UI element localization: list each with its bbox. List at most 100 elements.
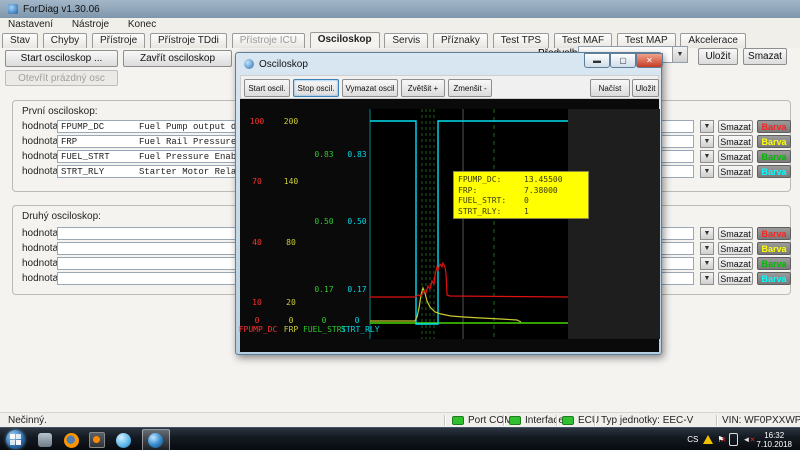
channel-dropdown-icon[interactable]: ▼ xyxy=(700,227,714,240)
channel-delete-button[interactable]: Smazat xyxy=(718,150,753,163)
close-oscilloscope-button[interactable]: Zavřít osciloskop xyxy=(123,50,232,67)
zoom-in-button[interactable]: Zvětšit + xyxy=(401,79,445,97)
channel-delete-button[interactable]: Smazat xyxy=(718,227,753,240)
channel-dropdown-icon[interactable]: ▼ xyxy=(700,150,714,163)
taskbar-app-icon[interactable] xyxy=(112,431,134,449)
channel-delete-button[interactable]: Smazat xyxy=(718,242,753,255)
separator xyxy=(556,415,558,426)
warning-icon[interactable] xyxy=(703,435,713,444)
windows-logo-icon xyxy=(10,434,21,445)
tab-test-tps[interactable]: Test TPS xyxy=(493,33,549,48)
second-oscilloscope-legend: Druhý osciloskop: xyxy=(22,211,101,222)
channel-color-button[interactable]: Barva xyxy=(757,165,791,178)
tab-pristroje-icu: Přístroje ICU xyxy=(232,33,305,48)
channel-label-strt-rly: STRT_RLY xyxy=(341,326,377,334)
taskbar-clock[interactable]: 16:32 7.10.2018 xyxy=(756,431,792,449)
interface-led-icon xyxy=(509,416,521,425)
preset-delete-button[interactable]: Smazat xyxy=(743,48,787,65)
channel-color-button[interactable]: Barva xyxy=(757,242,791,255)
channel-color-button[interactable]: Barva xyxy=(757,227,791,240)
channel-color-button[interactable]: Barva xyxy=(757,257,791,270)
channel-delete-button[interactable]: Smazat xyxy=(718,135,753,148)
scale-yellow: 200 xyxy=(276,118,306,126)
scale-cyan: 0.50 xyxy=(340,218,374,226)
tab-priznaky[interactable]: Příznaky xyxy=(433,33,488,48)
separator xyxy=(503,415,505,426)
fordiag-app-icon[interactable] xyxy=(144,431,166,449)
window-title: ForDiag v1.30.06 xyxy=(23,4,100,15)
system-tray: CS ⚑✕ ◄✕ 16:32 7.10.2018 xyxy=(687,428,800,450)
main-titlebar: ForDiag v1.30.06 xyxy=(0,0,800,19)
scale-yellow: 80 xyxy=(276,239,306,247)
first-oscilloscope-legend: První osciloskop: xyxy=(22,106,98,117)
channel-dropdown-icon[interactable]: ▼ xyxy=(700,165,714,178)
desktop: ForDiag v1.30.06 Nastavení Nástroje Kone… xyxy=(0,0,800,450)
stop-scope-button[interactable]: Stop oscil. xyxy=(293,79,339,97)
scale-yellow: 20 xyxy=(276,299,306,307)
start-oscilloscope-button[interactable]: Start osciloskop ... xyxy=(5,50,118,67)
start-button[interactable] xyxy=(6,430,25,449)
language-indicator[interactable]: CS xyxy=(687,435,698,444)
channel-delete-button[interactable]: Smazat xyxy=(718,120,753,133)
scale-zero: 0 xyxy=(308,317,340,325)
channel-color-button[interactable]: Barva xyxy=(757,272,791,285)
zoom-out-button[interactable]: Zmenšit - xyxy=(448,79,492,97)
channel-dropdown-icon[interactable]: ▼ xyxy=(700,120,714,133)
tab-pristroje[interactable]: Přístroje xyxy=(92,33,145,48)
open-empty-oscilloscope-button: Otevřít prázdný osc xyxy=(5,70,118,86)
oscilloscope-plot[interactable] xyxy=(369,109,660,339)
chevron-down-icon[interactable]: ▼ xyxy=(672,47,687,62)
channel-label-frp: FRP xyxy=(280,326,302,334)
scale-yellow: 140 xyxy=(276,178,306,186)
channel-dropdown-icon[interactable]: ▼ xyxy=(700,135,714,148)
taskbar-app-icon[interactable] xyxy=(34,431,56,449)
channel-delete-button[interactable]: Smazat xyxy=(718,165,753,178)
dialog-icon xyxy=(244,59,254,69)
menu-nastroje[interactable]: Nástroje xyxy=(64,18,117,31)
channel-dropdown-icon[interactable]: ▼ xyxy=(700,257,714,270)
app-icon xyxy=(8,4,18,14)
channel-label-fpump-dc: FPUMP_DC xyxy=(237,326,279,334)
clear-scope-button[interactable]: Vymazat oscil xyxy=(342,79,398,97)
channel-color-button[interactable]: Barva xyxy=(757,135,791,148)
channel-dropdown-icon[interactable]: ▼ xyxy=(700,272,714,285)
tab-osciloskop[interactable]: Osciloskop xyxy=(310,32,380,49)
statusbar: Nečinný. Port COM6 Interface ECU Typ jed… xyxy=(0,412,800,428)
tab-stav[interactable]: Stav xyxy=(2,33,38,48)
save-button[interactable]: Uložit xyxy=(632,79,659,97)
close-icon[interactable]: ✕ xyxy=(636,53,663,68)
scale-zero: 0 xyxy=(276,317,306,325)
channel-label-fuel-strt: FUEL_STRT xyxy=(303,326,343,334)
channel-delete-button[interactable]: Smazat xyxy=(718,257,753,270)
tab-akcelerace[interactable]: Akcelerace xyxy=(680,33,745,48)
action-center-flag-icon[interactable]: ⚑✕ xyxy=(717,435,724,444)
tab-pristroje-tddi[interactable]: Přístroje TDdi xyxy=(150,33,227,48)
status-unit-type: Typ jednotky: EEC-V xyxy=(601,414,693,427)
minimize-button[interactable]: ▬ xyxy=(584,53,610,68)
preset-save-button[interactable]: Uložit xyxy=(698,48,738,65)
status-vin: VIN: WF0PXXWPDPSM7B40 xyxy=(722,414,800,427)
menu-nastaveni[interactable]: Nastavení xyxy=(0,18,61,31)
load-button[interactable]: Načíst xyxy=(590,79,630,97)
channel-color-button[interactable]: Barva xyxy=(757,150,791,163)
menu-konec[interactable]: Konec xyxy=(120,18,164,31)
tab-servis[interactable]: Servis xyxy=(384,33,428,48)
tab-chyby[interactable]: Chyby xyxy=(43,33,87,48)
clock-time: 16:32 xyxy=(756,431,792,440)
scale-zero: 0 xyxy=(242,317,272,325)
channel-name: FUEL_STRT xyxy=(58,152,139,162)
dialog-title: Osciloskop xyxy=(259,59,308,70)
menubar: Nastavení Nástroje Konec xyxy=(0,18,800,34)
device-icon[interactable] xyxy=(729,433,738,446)
channel-color-button[interactable]: Barva xyxy=(757,120,791,133)
taskbar-app-icon[interactable] xyxy=(86,431,108,449)
separator xyxy=(716,415,718,426)
speaker-muted-icon[interactable]: ◄✕ xyxy=(742,435,750,444)
scale-zero: 0 xyxy=(340,317,374,325)
firefox-icon[interactable] xyxy=(60,431,82,449)
channel-delete-button[interactable]: Smazat xyxy=(718,272,753,285)
channel-dropdown-icon[interactable]: ▼ xyxy=(700,242,714,255)
start-scope-button[interactable]: Start oscil. xyxy=(244,79,290,97)
maximize-button[interactable]: ▢ xyxy=(610,53,636,68)
status-text: Nečinný. xyxy=(8,414,47,427)
